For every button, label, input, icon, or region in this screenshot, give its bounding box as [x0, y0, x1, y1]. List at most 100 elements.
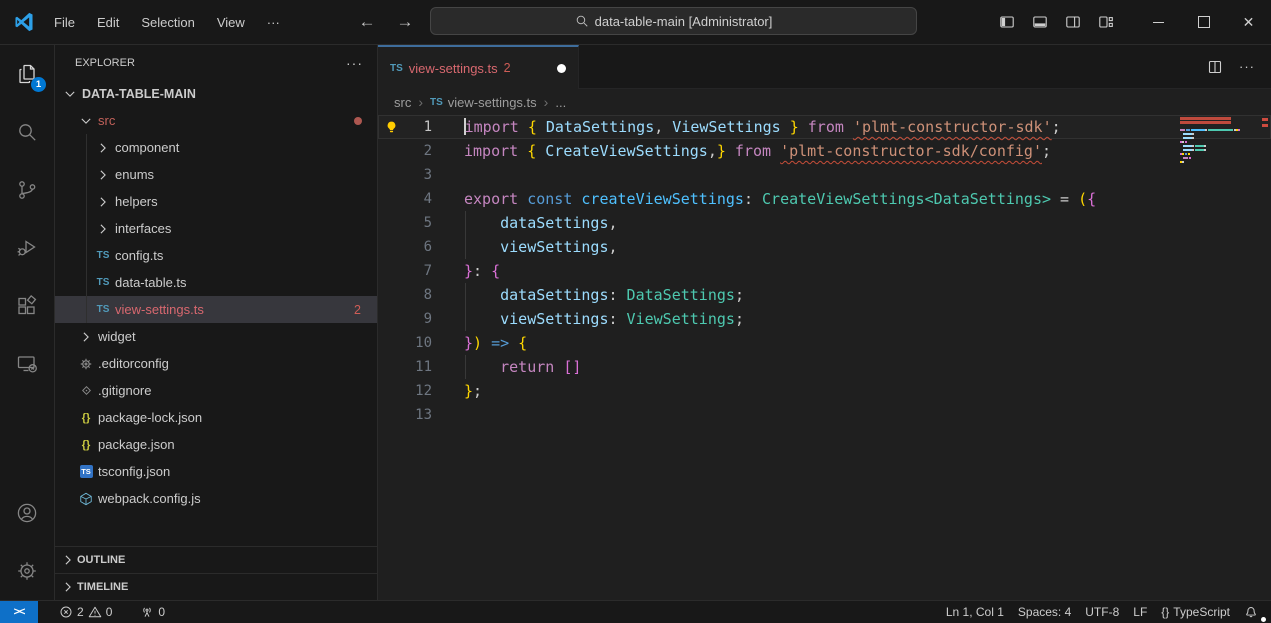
token: createViewSettings — [572, 190, 744, 208]
token: [] — [554, 358, 581, 376]
tree-item-enums[interactable]: enums — [55, 161, 377, 188]
run-debug-icon[interactable] — [0, 219, 54, 277]
breadcrumb-3[interactable]: ... — [555, 95, 566, 110]
section-timeline[interactable]: TIMELINE — [55, 573, 377, 600]
code-line-8[interactable]: 8 dataSettings: DataSettings; — [378, 283, 1271, 307]
tree-indent-guide — [86, 269, 87, 296]
vscode-window: FileEditSelectionView··· ← → data-table-… — [0, 0, 1271, 623]
minimap-line — [1180, 117, 1258, 119]
json-file-icon: {} — [77, 412, 95, 424]
minimap-segment — [1192, 137, 1194, 139]
remote-explorer-icon[interactable] — [0, 335, 54, 393]
tree-item-widget[interactable]: widget — [55, 323, 377, 350]
encoding-status[interactable]: UTF-8 — [1078, 601, 1126, 623]
explorer-title: EXPLORER — [75, 57, 135, 69]
explorer-icon[interactable]: 1 — [0, 45, 54, 103]
menu-file[interactable]: File — [43, 8, 86, 36]
tree-item-component[interactable]: component — [55, 134, 377, 161]
eol-status[interactable]: LF — [1126, 601, 1154, 623]
explorer-badge: 1 — [31, 77, 46, 92]
extensions-icon[interactable] — [0, 277, 54, 335]
token: viewSettings — [464, 310, 609, 328]
code-line-13[interactable]: 13 — [378, 403, 1271, 427]
menu-view[interactable]: View — [206, 8, 256, 36]
breadcrumb-2[interactable]: TSview-settings.ts — [430, 95, 537, 110]
explorer-more-icon[interactable]: ··· — [346, 55, 363, 71]
minimize-button[interactable] — [1136, 0, 1181, 44]
code-line-12[interactable]: 12}; — [378, 379, 1271, 403]
tree-item-package-lock-json[interactable]: {}package-lock.json — [55, 404, 377, 431]
tree-item-tsconfig-json[interactable]: TStsconfig.json — [55, 458, 377, 485]
code-area[interactable]: 1import { DataSettings, ViewSettings } f… — [378, 115, 1271, 600]
unsaved-dot-icon[interactable] — [557, 64, 566, 73]
editor-more-icon[interactable]: ··· — [1239, 59, 1255, 74]
tree-item-view-settings-ts[interactable]: TSview-settings.ts2 — [55, 296, 377, 323]
code-line-11[interactable]: 11 return [] — [378, 355, 1271, 379]
code-line-2[interactable]: 2import { CreateViewSettings,} from 'plm… — [378, 139, 1271, 163]
minimap-segment — [1238, 129, 1240, 131]
notifications-bell-icon[interactable] — [1237, 601, 1265, 623]
menu-selection[interactable]: Selection — [130, 8, 205, 36]
tree-item-data-table-main[interactable]: DATA-TABLE-MAIN — [55, 80, 377, 107]
token: : — [609, 286, 618, 304]
code-line-6[interactable]: 6 viewSettings, — [378, 235, 1271, 259]
minimap[interactable] — [1180, 117, 1258, 169]
minimap-line — [1180, 161, 1258, 163]
code-line-4[interactable]: 4export const createViewSettings: Create… — [378, 187, 1271, 211]
menu-[interactable]: ··· — [256, 8, 291, 36]
maximize-button[interactable] — [1181, 0, 1226, 44]
overview-ruler[interactable] — [1260, 115, 1271, 600]
ports-status[interactable]: 0 — [133, 601, 172, 623]
json-file-icon: {} — [77, 439, 95, 451]
tree-item-editorconfig[interactable]: .editorconfig — [55, 350, 377, 377]
tree-item-src[interactable]: src — [55, 107, 377, 134]
search-text: data-table-main [Administrator] — [595, 14, 773, 29]
menu-edit[interactable]: Edit — [86, 8, 130, 36]
code-line-7[interactable]: 7}: { — [378, 259, 1271, 283]
tree-item-package-json[interactable]: {}package.json — [55, 431, 377, 458]
code-line-1[interactable]: 1import { DataSettings, ViewSettings } f… — [378, 115, 1271, 139]
code-line-5[interactable]: 5 dataSettings, — [378, 211, 1271, 235]
back-button[interactable]: ← — [356, 12, 378, 32]
tree-item-data-table-ts[interactable]: TSdata-table.ts — [55, 269, 377, 296]
remote-indicator[interactable]: >< — [0, 601, 38, 623]
tab-view-settings[interactable]: TS view-settings.ts 2 — [378, 45, 579, 89]
accounts-icon[interactable] — [0, 484, 54, 542]
language-status[interactable]: {} TypeScript — [1154, 601, 1237, 623]
token: ; — [735, 286, 744, 304]
tree-item-config-ts[interactable]: TSconfig.ts — [55, 242, 377, 269]
problems-status[interactable]: 2 0 — [52, 601, 119, 623]
toggle-primary-sidebar-icon[interactable] — [999, 14, 1015, 30]
settings-gear-icon[interactable] — [0, 542, 54, 600]
toggle-secondary-sidebar-icon[interactable] — [1065, 14, 1081, 30]
line-number: 10 — [404, 335, 432, 351]
source-control-icon[interactable] — [0, 161, 54, 219]
minimap-segment — [1183, 149, 1192, 151]
token: dataSettings — [464, 286, 609, 304]
breadcrumb-label: src — [394, 95, 411, 110]
tree-item-gitignore[interactable]: .gitignore — [55, 377, 377, 404]
code-line-10[interactable]: 10}) => { — [378, 331, 1271, 355]
split-editor-icon[interactable] — [1207, 59, 1223, 75]
command-center-search[interactable]: data-table-main [Administrator] — [430, 7, 917, 35]
tree-item-webpack-config-js[interactable]: webpack.config.js — [55, 485, 377, 512]
tree-item-interfaces[interactable]: interfaces — [55, 215, 377, 242]
breadcrumb-1[interactable]: src — [394, 95, 411, 110]
minimap-segment — [1192, 133, 1194, 135]
close-button[interactable]: ✕ — [1226, 0, 1271, 44]
cursor-position[interactable]: Ln 1, Col 1 — [939, 601, 1011, 623]
forward-button[interactable]: → — [394, 12, 416, 32]
gear-file-icon — [77, 357, 95, 371]
code-line-9[interactable]: 9 viewSettings: ViewSettings; — [378, 307, 1271, 331]
toggle-panel-icon[interactable] — [1032, 14, 1048, 30]
chevron-right-icon — [59, 552, 77, 568]
ts-file-icon: TS — [94, 250, 112, 261]
customize-layout-icon[interactable] — [1098, 14, 1114, 30]
lightbulb-icon[interactable] — [378, 120, 404, 135]
section-outline[interactable]: OUTLINE — [55, 546, 377, 573]
tree-item-helpers[interactable]: helpers — [55, 188, 377, 215]
code-line-3[interactable]: 3 — [378, 163, 1271, 187]
search-view-icon[interactable] — [0, 103, 54, 161]
token: from — [799, 118, 844, 136]
indentation-status[interactable]: Spaces: 4 — [1011, 601, 1078, 623]
